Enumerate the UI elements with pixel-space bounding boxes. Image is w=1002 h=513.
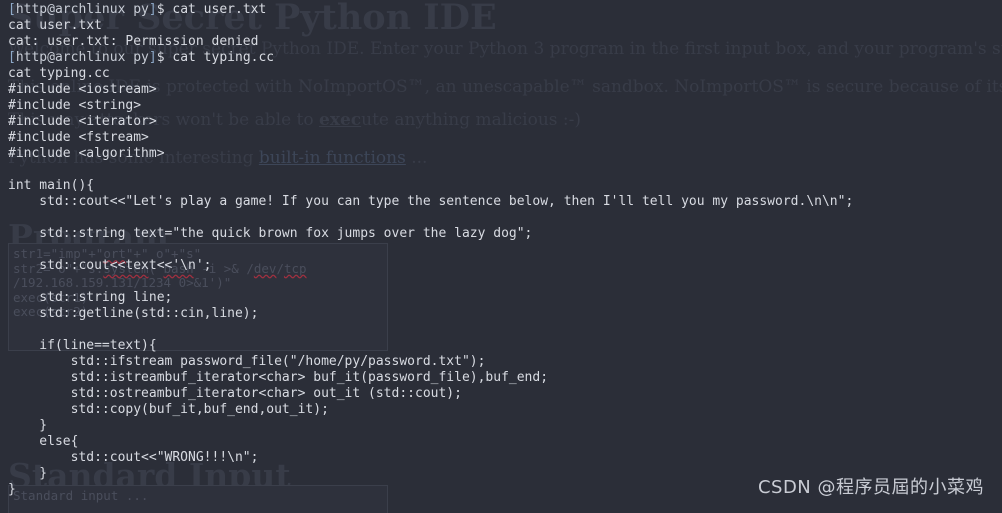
terminal-output-line: std::copy(buf_it,buf_end,out_it); xyxy=(8,402,329,417)
terminal-output-line: int main(){ xyxy=(8,178,95,193)
terminal-prompt-line: [http@archlinux py]$ cat user.txt xyxy=(8,2,1002,18)
terminal-output-line: std::string line; xyxy=(8,290,173,305)
terminal-output-line: #include <iterator> xyxy=(8,114,157,129)
terminal-output-line: std::istreambuf_iterator<char> buf_it(pa… xyxy=(8,370,549,385)
terminal-output-line: cat user.txt xyxy=(8,18,102,33)
terminal-output-line: #include <string> xyxy=(8,98,142,113)
terminal-output-line: #include <fstream> xyxy=(8,130,149,145)
terminal-output-line: } xyxy=(8,418,48,433)
terminal-output-line: else{ xyxy=(8,434,79,449)
terminal-output-line: cat typing.cc xyxy=(8,66,110,81)
csdn-watermark: CSDN @程序员屆的小菜鸡 xyxy=(757,477,984,498)
terminal-command: cat typing.cc xyxy=(164,50,275,65)
prompt-user-host: http@archlinux py xyxy=(15,2,149,17)
terminal-output-line: std::ostreambuf_iterator<char> out_it (s… xyxy=(8,386,462,401)
prompt-open-bracket: [ xyxy=(8,50,16,65)
prompt-open-bracket: [ xyxy=(8,2,16,17)
terminal-output-line: std::getline(std::cin,line); xyxy=(8,306,259,321)
terminal-output-line: if(line==text){ xyxy=(8,338,157,353)
prompt-user-host: http@archlinux py xyxy=(15,50,149,65)
terminal-output-line: #include <algorithm> xyxy=(8,146,165,161)
terminal-prompt-line: [http@archlinux py]$ cat typing.cc xyxy=(8,50,1002,66)
terminal-output-line: std::ifstream password_file("/home/py/pa… xyxy=(8,354,486,369)
terminal-output-line: #include <iostream> xyxy=(8,82,157,97)
prompt-dollar-sign: $ xyxy=(156,2,165,17)
prompt-dollar-sign: $ xyxy=(156,50,165,65)
terminal-output-line: std::cout<<"Let's play a game! If you ca… xyxy=(8,194,854,209)
terminal-output-line: cat: user.txt: Permission denied xyxy=(8,34,259,49)
terminal-output-line: std::string text="the quick brown fox ju… xyxy=(8,226,533,241)
terminal-output[interactable]: [http@archlinux py]$ cat user.txt cat use… xyxy=(0,0,1002,513)
terminal-output-line: std::cout<<text<<'\n'; xyxy=(8,258,212,273)
terminal-command: cat user.txt xyxy=(164,2,267,17)
terminal-output-line: std::cout<<"WRONG!!!\n"; xyxy=(8,450,259,465)
prompt-close-bracket: ] xyxy=(148,50,157,65)
prompt-close-bracket: ] xyxy=(148,2,157,17)
